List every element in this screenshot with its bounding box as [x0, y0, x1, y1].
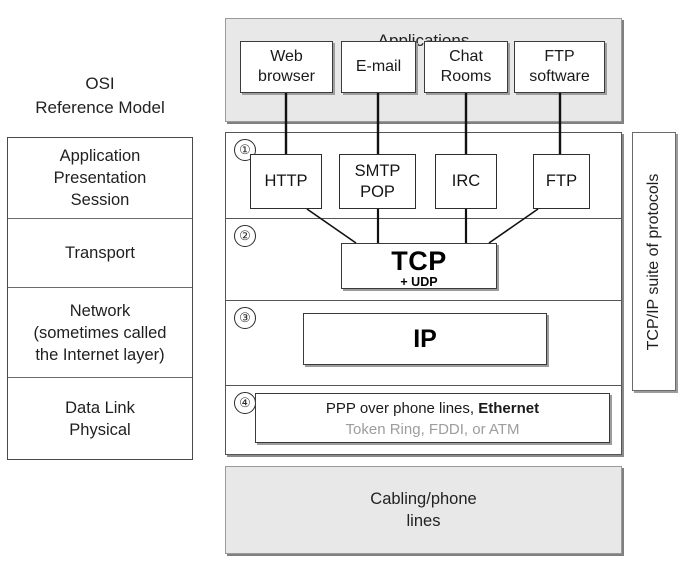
tcpip-suite-label-box: TCP/IP suite of protocols [632, 132, 676, 391]
tcp-sublabel-udp: + UDP [400, 275, 438, 289]
proto-box-0-line-1: HTTP [264, 172, 308, 190]
proto-box-2-line-1: IRC [451, 172, 481, 190]
osi-layer-0-line-2: Session [70, 191, 130, 209]
osi-layer-3-line-0: Data Link [65, 398, 135, 417]
proto-box-3-line-1: FTP [545, 172, 578, 190]
protocol-box-smtp-pop: SMTP POP [339, 154, 416, 209]
protocol-box-irc: IRC [435, 154, 497, 209]
app-box-2-line-2: Rooms [440, 68, 492, 85]
application-box-web-browser: Web browser [240, 41, 333, 93]
osi-layer-data-link-physical: Data Link Physical [8, 378, 192, 459]
link-layer-line-1-plain: PPP over phone lines, [325, 400, 479, 417]
transport-box-tcp: TCP + UDP [341, 243, 497, 289]
osi-layer-2-line-1: (sometimes called [33, 323, 167, 342]
application-box-email: E-mail [341, 41, 416, 93]
osi-layer-2-line-2: the Internet layer) [35, 345, 165, 364]
osi-layer-0-line-1: Presentation [53, 169, 147, 187]
cabling-phone-lines-panel: Cabling/phone lines [225, 466, 622, 554]
osi-layer-stack: Application Presentation Session Transpo… [7, 137, 193, 460]
application-box-chat-rooms: Chat Rooms [424, 41, 508, 93]
osi-layer-0-line-0: Application [59, 147, 141, 165]
link-layer-box: PPP over phone lines, Ethernet Token Rin… [255, 393, 610, 443]
app-box-3-line-1: FTP [544, 48, 575, 65]
osi-title-line-1: OSI [85, 74, 115, 93]
osi-layer-2-line-0: Network [69, 301, 131, 320]
app-box-1-line-1: E-mail [355, 58, 402, 75]
layer-number-4: ④ [234, 392, 256, 414]
cabling-line-2: lines [406, 512, 441, 530]
osi-layer-application-presentation-session: Application Presentation Session [8, 138, 192, 219]
tcpip-suite-label-text: TCP/IP suite of protocols [645, 173, 662, 350]
protocol-box-ftp: FTP [533, 154, 590, 209]
app-box-0-line-1: Web [270, 48, 303, 65]
application-box-ftp-software: FTP software [514, 41, 605, 93]
protocol-box-http: HTTP [250, 154, 322, 209]
osi-reference-model-title: OSI Reference Model [7, 72, 193, 120]
osi-layer-1-line-0: Transport [65, 244, 135, 262]
cabling-line-1: Cabling/phone [370, 490, 477, 508]
app-box-3-line-2: software [529, 68, 590, 85]
proto-box-1-line-1: SMTP [354, 161, 401, 180]
diagram-canvas: OSI Reference Model Application Presenta… [0, 0, 693, 574]
ip-label: IP [413, 324, 437, 353]
link-layer-line-1: PPP over phone lines, Ethernet [256, 398, 609, 419]
osi-layer-network: Network (sometimes called the Internet l… [8, 288, 192, 378]
osi-layer-3-line-1: Physical [69, 420, 131, 439]
tcp-label: TCP [391, 246, 447, 276]
layer-number-2: ② [234, 225, 256, 247]
osi-title-line-2: Reference Model [35, 98, 165, 117]
link-layer-line-2: Token Ring, FDDI, or ATM [345, 421, 520, 438]
osi-layer-transport: Transport [8, 219, 192, 288]
proto-box-1-line-2: POP [360, 182, 395, 201]
layer-number-3: ③ [234, 307, 256, 329]
link-layer-line-1-emphasis: Ethernet [478, 400, 540, 417]
internet-box-ip: IP [303, 313, 547, 365]
app-box-2-line-1: Chat [449, 48, 483, 65]
app-box-0-line-2: browser [258, 68, 315, 85]
